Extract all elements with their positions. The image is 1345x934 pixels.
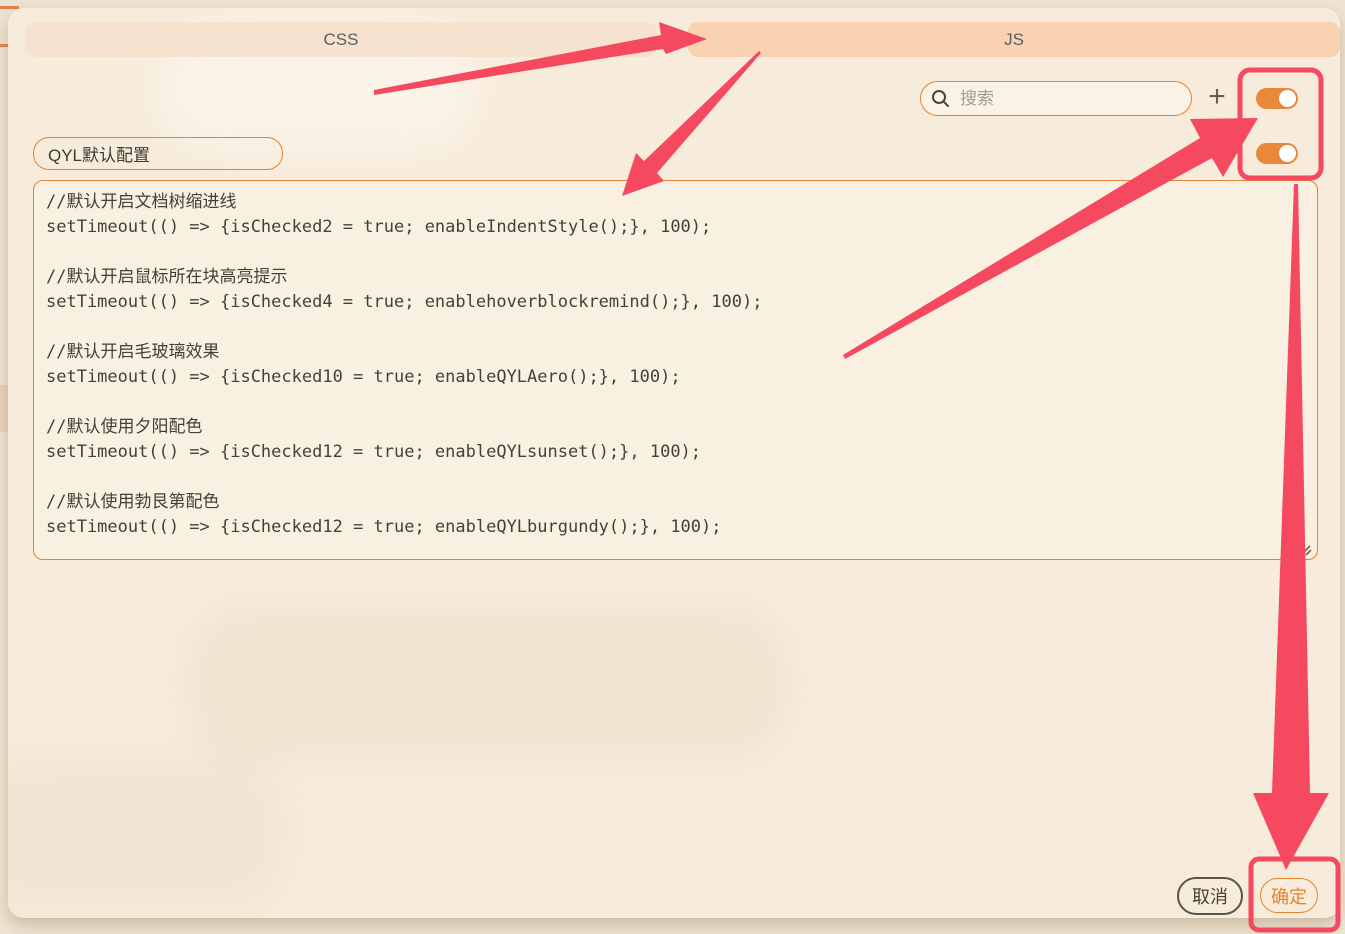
toggle-knob xyxy=(1279,90,1296,107)
resize-handle-icon[interactable] xyxy=(1298,542,1314,558)
settings-dialog: CSS JS + //默认开启文档树缩进线 setTimeout(() => {… xyxy=(8,8,1340,918)
code-editor[interactable]: //默认开启文档树缩进线 setTimeout(() => {isChecked… xyxy=(33,180,1318,560)
cancel-button[interactable]: 取消 xyxy=(1177,877,1243,915)
toggle-knob xyxy=(1279,145,1296,162)
frosted-blur-blob xyxy=(188,608,788,758)
confirm-button[interactable]: 确定 xyxy=(1260,878,1318,913)
search-box[interactable] xyxy=(920,81,1192,116)
frosted-blur-blob xyxy=(8,758,288,908)
tab-css[interactable]: CSS xyxy=(25,22,657,57)
search-icon xyxy=(932,90,949,107)
toggle-switch-2[interactable] xyxy=(1256,143,1298,164)
tab-js-label: JS xyxy=(1004,29,1024,49)
config-name-input[interactable] xyxy=(33,137,283,170)
toggle-switch-1[interactable] xyxy=(1256,88,1298,109)
add-button[interactable]: + xyxy=(1202,82,1232,112)
search-input[interactable] xyxy=(958,87,1183,110)
page-background: CSS JS + //默认开启文档树缩进线 setTimeout(() => {… xyxy=(0,0,1345,934)
tab-js[interactable]: JS xyxy=(688,22,1340,57)
tab-css-label: CSS xyxy=(323,29,359,49)
